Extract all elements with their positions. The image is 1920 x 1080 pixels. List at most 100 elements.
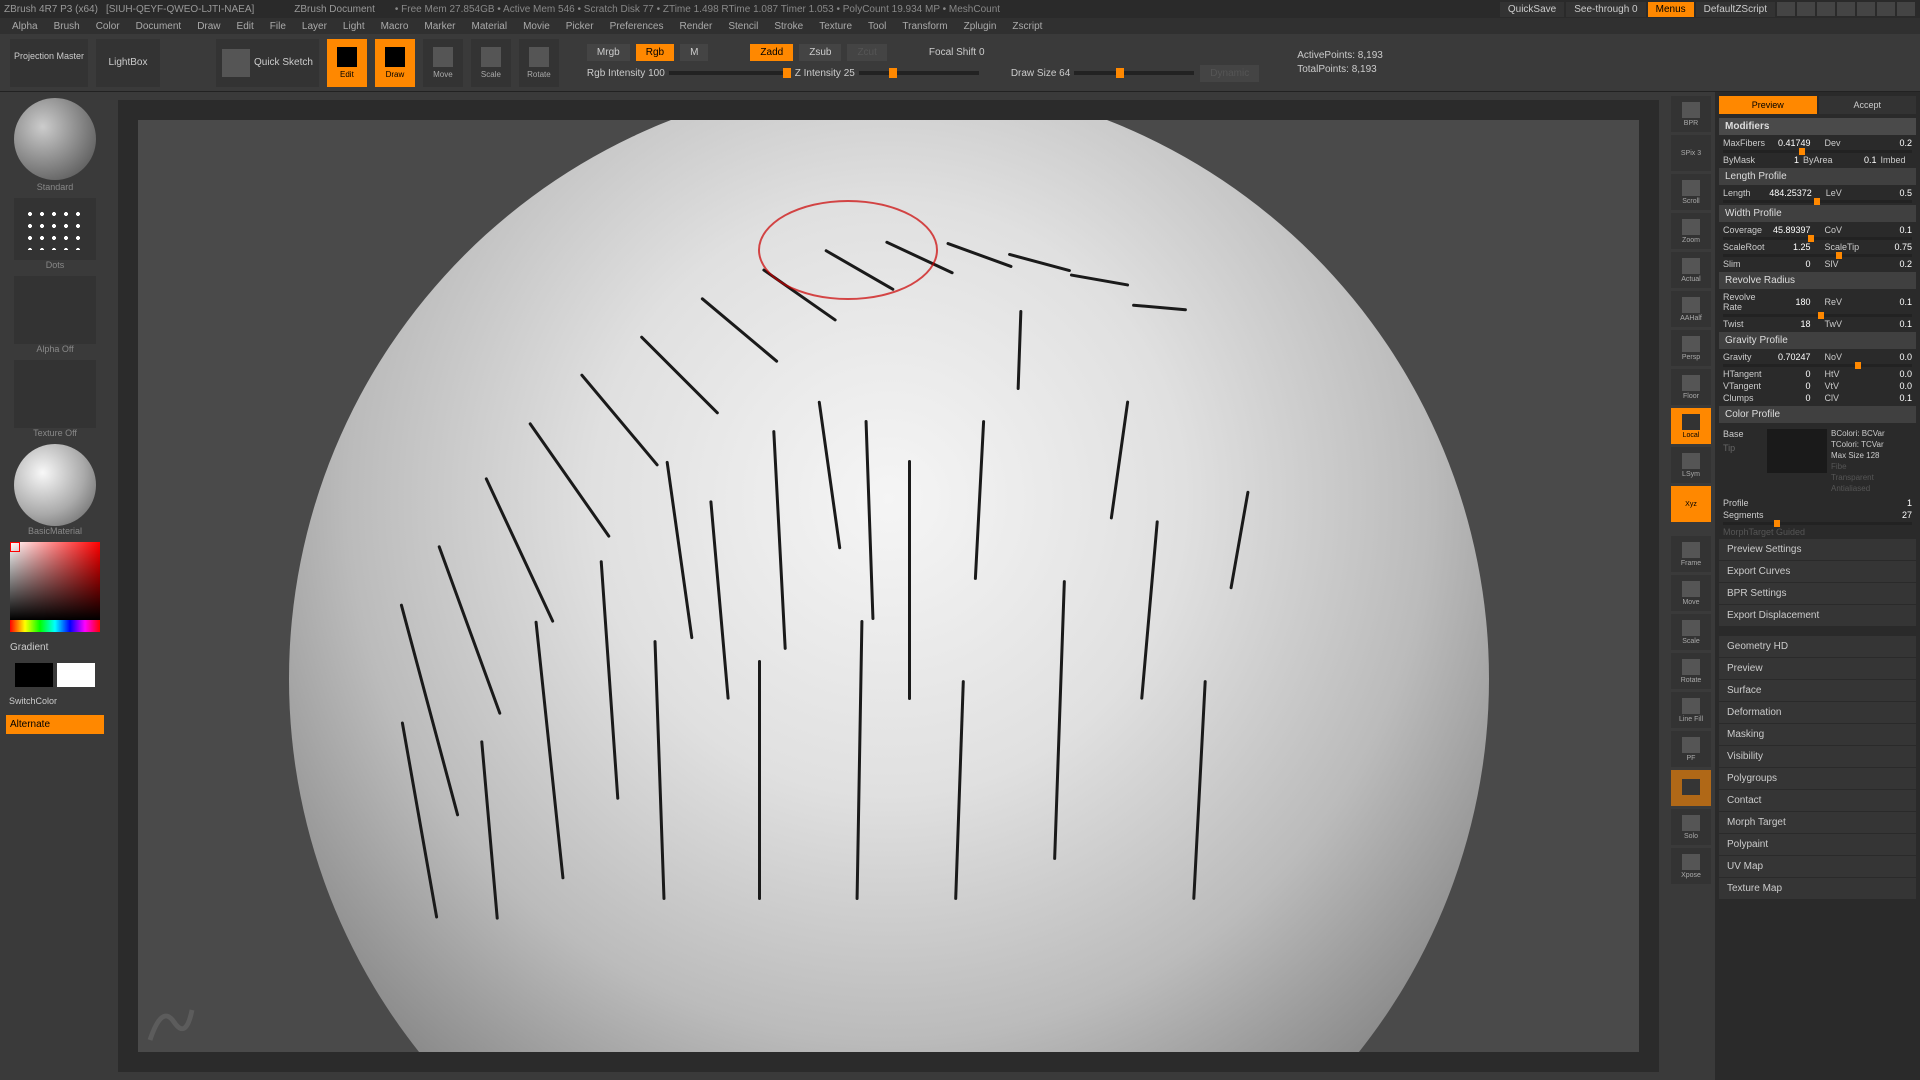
preview-button[interactable]: Preview xyxy=(1719,96,1817,114)
gravity-value[interactable]: 0.70247 xyxy=(1771,352,1811,362)
zsub-button[interactable]: Zsub xyxy=(799,44,841,61)
menu-zscript[interactable]: Zscript xyxy=(1004,21,1050,32)
dock-icon[interactable] xyxy=(1817,2,1835,16)
rotate-button[interactable]: Rotate xyxy=(519,39,559,87)
menu-edit[interactable]: Edit xyxy=(229,21,262,32)
xyz-button[interactable]: Xyz xyxy=(1671,486,1711,522)
menu-material[interactable]: Material xyxy=(464,21,516,32)
alternate-button[interactable]: Alternate xyxy=(6,715,104,734)
seethrough-control[interactable]: See-through 0 xyxy=(1566,2,1645,17)
solo-button[interactable]: Solo xyxy=(1671,809,1711,845)
preview-settings-section[interactable]: Preview Settings xyxy=(1719,539,1916,560)
menu-stroke[interactable]: Stroke xyxy=(766,21,811,32)
material-thumbnail[interactable] xyxy=(14,444,96,526)
dock-icon[interactable] xyxy=(1837,2,1855,16)
dynamic-toggle[interactable]: Dynamic xyxy=(1200,65,1259,82)
gravity-slider[interactable] xyxy=(1723,364,1912,367)
maxfibers-value[interactable]: 0.41749 xyxy=(1771,138,1811,148)
rgb-intensity-slider[interactable]: Rgb Intensity 100 xyxy=(587,68,789,79)
bpr-settings-section[interactable]: BPR Settings xyxy=(1719,583,1916,604)
menu-stencil[interactable]: Stencil xyxy=(720,21,766,32)
menu-color[interactable]: Color xyxy=(88,21,128,32)
deformation-section[interactable]: Deformation xyxy=(1719,702,1916,723)
contact-section[interactable]: Contact xyxy=(1719,790,1916,811)
menu-zplugin[interactable]: Zplugin xyxy=(956,21,1005,32)
brush-thumbnail[interactable] xyxy=(14,98,96,180)
maximize-icon[interactable] xyxy=(1877,2,1895,16)
profile-value[interactable]: 1 xyxy=(1872,498,1912,508)
export-displacement-section[interactable]: Export Displacement xyxy=(1719,605,1916,626)
segments-slider[interactable] xyxy=(1723,522,1912,525)
menu-transform[interactable]: Transform xyxy=(894,21,955,32)
color-profile-header[interactable]: Color Profile xyxy=(1719,406,1916,423)
dock-icon[interactable] xyxy=(1797,2,1815,16)
gravity-profile-header[interactable]: Gravity Profile xyxy=(1719,332,1916,349)
menu-marker[interactable]: Marker xyxy=(416,21,463,32)
menu-texture[interactable]: Texture xyxy=(811,21,860,32)
menu-render[interactable]: Render xyxy=(672,21,721,32)
length-profile-header[interactable]: Length Profile xyxy=(1719,168,1916,185)
z-intensity-slider[interactable]: Z Intensity 25 xyxy=(795,68,979,79)
width-profile-header[interactable]: Width Profile xyxy=(1719,205,1916,222)
texture-thumbnail[interactable] xyxy=(14,360,96,428)
qmove-button[interactable]: Move xyxy=(1671,575,1711,611)
menus-button[interactable]: Menus xyxy=(1648,2,1694,17)
morph-target-section[interactable]: Morph Target xyxy=(1719,812,1916,833)
surface-section[interactable]: Surface xyxy=(1719,680,1916,701)
alpha-thumbnail[interactable] xyxy=(14,276,96,344)
menu-brush[interactable]: Brush xyxy=(46,21,88,32)
actual-button[interactable]: Actual xyxy=(1671,252,1711,288)
geometry-hd-section[interactable]: Geometry HD xyxy=(1719,636,1916,657)
uv-map-section[interactable]: UV Map xyxy=(1719,856,1916,877)
default-zscript[interactable]: DefaultZScript xyxy=(1696,2,1775,17)
xpose-button[interactable]: Xpose xyxy=(1671,848,1711,884)
polypaint-section[interactable]: Polypaint xyxy=(1719,834,1916,855)
switch-color-button[interactable]: SwitchColor xyxy=(6,693,104,709)
local-button[interactable]: Local xyxy=(1671,408,1711,444)
gradient-toggle[interactable]: Gradient xyxy=(6,638,104,657)
m-button[interactable]: M xyxy=(680,44,708,61)
qrotate-button[interactable]: Rotate xyxy=(1671,653,1711,689)
edit-button[interactable]: Edit xyxy=(327,39,367,87)
maxfibers-slider[interactable] xyxy=(1723,150,1912,153)
menu-tool[interactable]: Tool xyxy=(860,21,894,32)
coverage-slider[interactable] xyxy=(1723,237,1912,240)
stroke-thumbnail[interactable] xyxy=(14,198,96,260)
menu-movie[interactable]: Movie xyxy=(515,21,558,32)
menu-preferences[interactable]: Preferences xyxy=(602,21,672,32)
draw-size-slider[interactable]: Draw Size 64 xyxy=(1011,68,1194,79)
qscale-button[interactable]: Scale xyxy=(1671,614,1711,650)
color-picker[interactable] xyxy=(10,542,100,632)
menu-macro[interactable]: Macro xyxy=(373,21,417,32)
preview-section[interactable]: Preview xyxy=(1719,658,1916,679)
lightbox-button[interactable]: LightBox xyxy=(96,39,160,87)
persp-button[interactable]: Persp xyxy=(1671,330,1711,366)
draw-button[interactable]: Draw xyxy=(375,39,415,87)
menu-draw[interactable]: Draw xyxy=(189,21,228,32)
segments-value[interactable]: 27 xyxy=(1872,510,1912,520)
modifiers-header[interactable]: Modifiers xyxy=(1719,118,1916,135)
dev-value[interactable]: 0.2 xyxy=(1872,138,1912,148)
lsym-button[interactable]: LSym xyxy=(1671,447,1711,483)
dynamic-button[interactable] xyxy=(1671,770,1711,806)
zadd-button[interactable]: Zadd xyxy=(750,44,793,61)
masking-section[interactable]: Masking xyxy=(1719,724,1916,745)
quicksave-button[interactable]: QuickSave xyxy=(1500,2,1564,17)
quick-sketch-button[interactable]: Quick Sketch xyxy=(216,39,319,87)
menu-document[interactable]: Document xyxy=(128,21,190,32)
scroll-button[interactable]: Scroll xyxy=(1671,174,1711,210)
menu-file[interactable]: File xyxy=(262,21,294,32)
floor-button[interactable]: Floor xyxy=(1671,369,1711,405)
close-icon[interactable] xyxy=(1897,2,1915,16)
bpr-button[interactable]: BPR xyxy=(1671,96,1711,132)
minimize-icon[interactable] xyxy=(1857,2,1875,16)
length-value[interactable]: 484.25372 xyxy=(1769,188,1812,198)
primary-color-swatch[interactable] xyxy=(57,663,95,687)
aahalf-button[interactable]: AAHalf xyxy=(1671,291,1711,327)
frame-button[interactable]: Frame xyxy=(1671,536,1711,572)
spix-button[interactable]: SPix 3 xyxy=(1671,135,1711,171)
color-gradient-box[interactable] xyxy=(1767,429,1827,473)
menu-light[interactable]: Light xyxy=(335,21,373,32)
dock-icon[interactable] xyxy=(1777,2,1795,16)
rgb-button[interactable]: Rgb xyxy=(636,44,674,61)
